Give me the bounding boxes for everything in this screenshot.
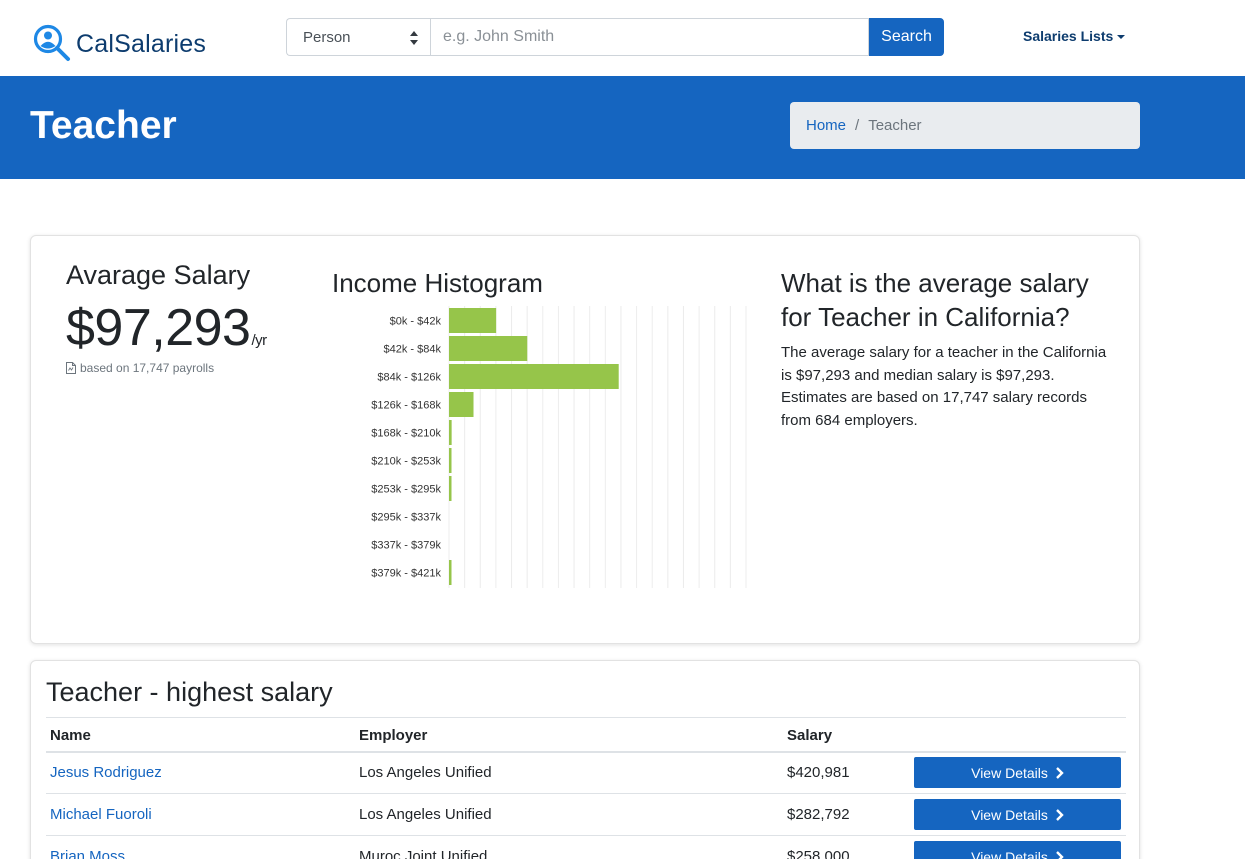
histogram-category-label: $84k - $126k bbox=[377, 372, 441, 384]
faq-question: What is the average salary for Teacher i… bbox=[781, 268, 1089, 332]
payroll-count-note: based on 17,747 payrolls bbox=[66, 361, 214, 375]
person-name-link[interactable]: Jesus Rodriguez bbox=[50, 764, 162, 781]
brand-name: CalSalaries bbox=[76, 29, 207, 58]
highest-salary-table: Name Employer Salary Jesus Rodriguez Los… bbox=[46, 717, 1126, 859]
select-arrows-icon bbox=[410, 31, 418, 45]
histogram-bar bbox=[449, 308, 497, 333]
histogram-bar bbox=[449, 560, 452, 585]
histogram-category-label: $0k - $42k bbox=[390, 316, 442, 328]
chevron-right-icon bbox=[1056, 808, 1064, 821]
brand-logo[interactable]: CalSalaries bbox=[33, 24, 206, 64]
histogram-category-label: $42k - $84k bbox=[384, 344, 442, 356]
histogram-category-label: $295k - $337k bbox=[371, 512, 441, 524]
histogram-bar bbox=[449, 336, 528, 361]
histogram-bar bbox=[449, 476, 452, 501]
faq-answer: The average salary for a teacher in the … bbox=[781, 344, 1107, 429]
column-header-salary: Salary bbox=[783, 717, 910, 753]
average-salary-label: Avarage Salary bbox=[66, 260, 251, 290]
income-histogram-chart: $0k - $42k $42k - $84k $84k - $126k $126k -… bbox=[371, 306, 747, 588]
salary-stats-card: Avarage Salary $97,293 /yr based on 17,7… bbox=[30, 235, 1140, 644]
average-salary-amount: $97,293 bbox=[66, 299, 251, 357]
breadcrumb-separator: / bbox=[855, 117, 860, 134]
view-details-label: View Details bbox=[971, 806, 1048, 823]
table-row: Michael Fuoroli Los Angeles Unified $282… bbox=[46, 793, 1126, 836]
person-name-link[interactable]: Brian Moss bbox=[50, 848, 125, 859]
chevron-right-icon bbox=[1056, 850, 1064, 859]
column-header-name: Name bbox=[46, 717, 355, 753]
page-title: Teacher bbox=[30, 104, 177, 147]
highest-salary-title: Teacher - highest salary bbox=[46, 677, 333, 707]
histogram-category-label: $253k - $295k bbox=[371, 484, 441, 496]
table-row: Jesus Rodriguez Los Angeles Unified $420… bbox=[46, 751, 1126, 794]
search-input[interactable] bbox=[430, 18, 869, 56]
top-navbar: CalSalaries Person Search Salaries Lists bbox=[0, 0, 1245, 76]
caret-down-icon bbox=[1117, 34, 1126, 39]
view-details-label: View Details bbox=[971, 764, 1048, 781]
salary-cell: $258,000 bbox=[783, 835, 910, 859]
histogram-category-label: $379k - $421k bbox=[371, 568, 441, 580]
histogram-title: Income Histogram bbox=[332, 268, 543, 298]
file-icon bbox=[66, 362, 76, 374]
histogram-category-label: $210k - $253k bbox=[371, 456, 441, 468]
highest-salary-card: Teacher - highest salary Name Employer S… bbox=[30, 660, 1140, 859]
average-salary-value: $97,293 /yr bbox=[66, 298, 267, 358]
search-type-value: Person bbox=[303, 28, 351, 46]
view-details-button[interactable]: View Details bbox=[914, 799, 1121, 830]
histogram-bar bbox=[449, 448, 452, 473]
page-header: Teacher Home / Teacher bbox=[0, 76, 1245, 179]
salaries-lists-dropdown[interactable]: Salaries Lists bbox=[1023, 28, 1126, 44]
employer-cell: Muroc Joint Unified bbox=[355, 835, 783, 859]
salary-cell: $420,981 bbox=[783, 751, 910, 794]
histogram-bar bbox=[449, 364, 619, 389]
payroll-count-text: based on 17,747 payrolls bbox=[80, 361, 215, 375]
column-header-employer: Employer bbox=[355, 717, 783, 753]
column-header-actions bbox=[910, 717, 1126, 753]
chevron-right-icon bbox=[1056, 766, 1064, 779]
histogram-category-label: $168k - $210k bbox=[371, 428, 441, 440]
search-type-select[interactable]: Person bbox=[286, 18, 430, 56]
employer-cell: Los Angeles Unified bbox=[355, 751, 783, 794]
histogram-bar bbox=[449, 420, 452, 445]
employer-cell: Los Angeles Unified bbox=[355, 793, 783, 836]
table-header-row: Name Employer Salary bbox=[46, 717, 1126, 753]
breadcrumb-current: Teacher bbox=[868, 117, 922, 134]
salary-cell: $282,792 bbox=[783, 793, 910, 836]
search-button[interactable]: Search bbox=[869, 18, 944, 56]
view-details-button[interactable]: View Details bbox=[914, 841, 1121, 859]
histogram-category-label: $337k - $379k bbox=[371, 540, 441, 552]
histogram-category-label: $126k - $168k bbox=[371, 400, 441, 412]
breadcrumb: Home / Teacher bbox=[790, 102, 1140, 149]
breadcrumb-home-link[interactable]: Home bbox=[806, 117, 846, 134]
table-row: Brian Moss Muroc Joint Unified $258,000 … bbox=[46, 835, 1126, 859]
person-search-icon bbox=[33, 24, 70, 61]
salaries-lists-label: Salaries Lists bbox=[1023, 28, 1114, 44]
view-details-button[interactable]: View Details bbox=[914, 757, 1121, 789]
search-form: Person Search bbox=[286, 18, 944, 56]
person-name-link[interactable]: Michael Fuoroli bbox=[50, 806, 152, 823]
view-details-label: View Details bbox=[971, 848, 1048, 859]
average-salary-unit: /yr bbox=[251, 332, 267, 349]
histogram-bar bbox=[449, 392, 474, 417]
